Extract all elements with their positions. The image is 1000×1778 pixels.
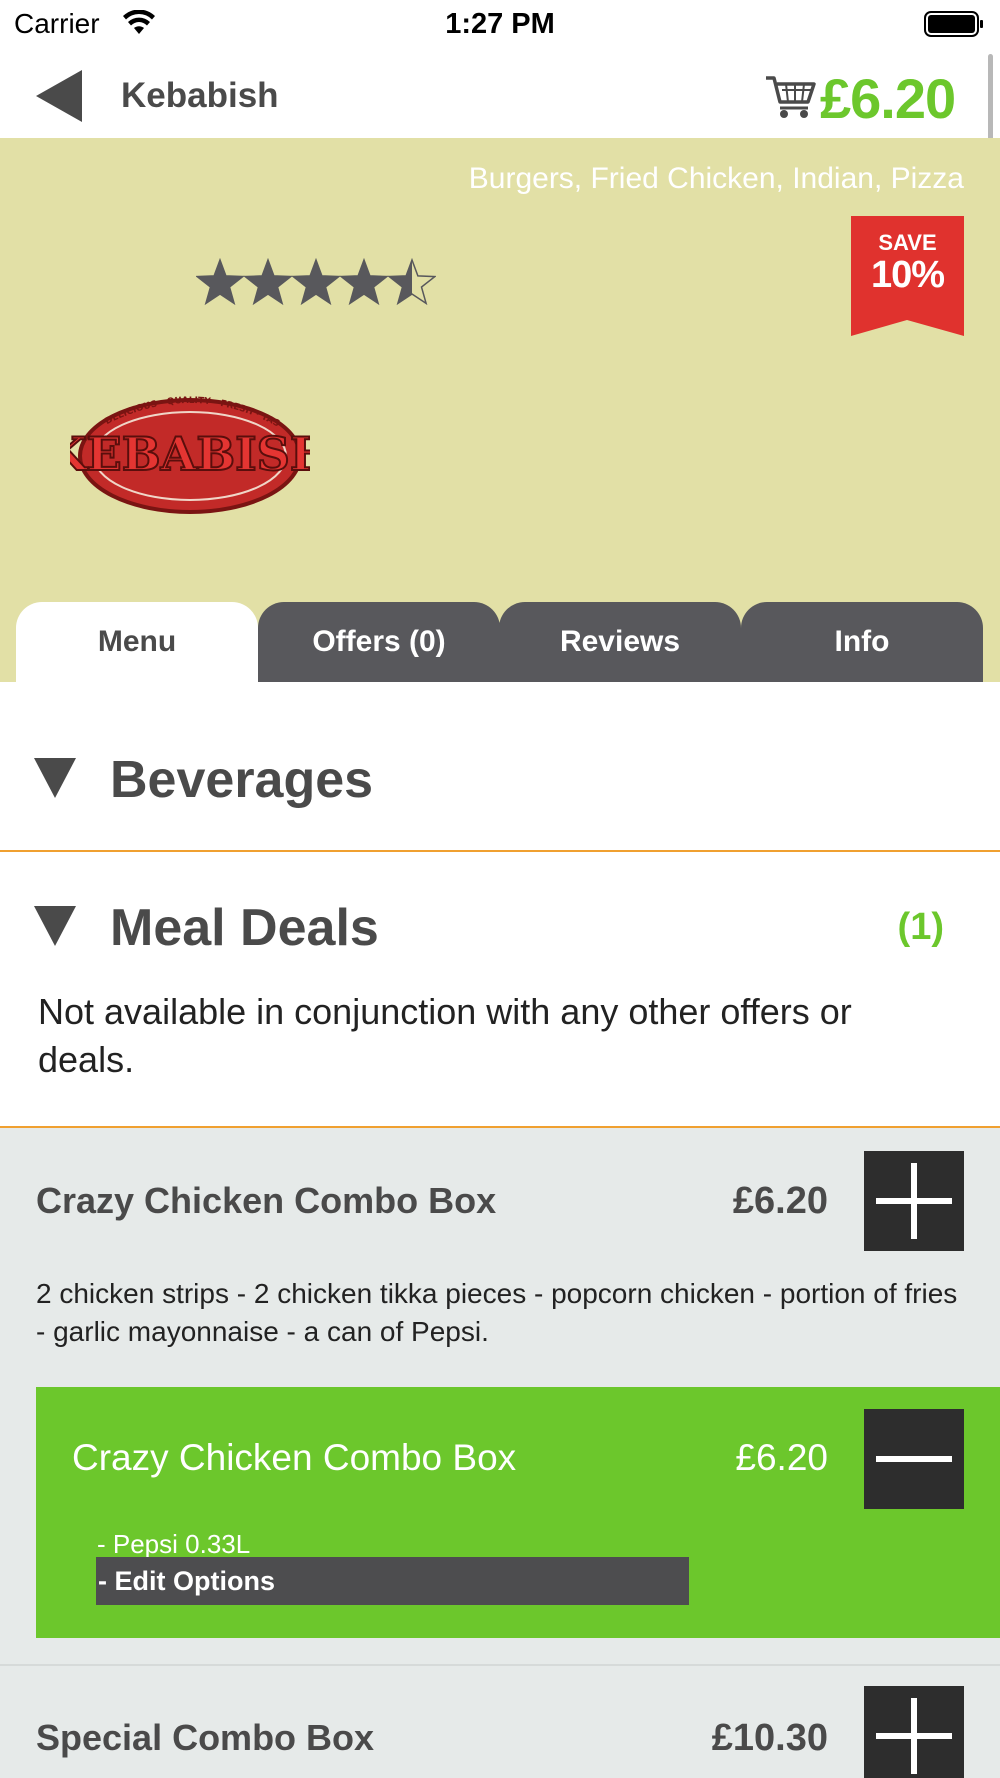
restaurant-logo: DELICIOUS · QUALITY · FRESH · TASTY · TE… bbox=[70, 338, 310, 514]
cart-icon[interactable] bbox=[764, 72, 816, 120]
section-title: Beverages bbox=[110, 751, 374, 809]
tab-info[interactable]: Info bbox=[741, 602, 983, 682]
collapse-triangle-icon bbox=[34, 906, 76, 946]
add-item-button[interactable] bbox=[864, 1686, 964, 1778]
clock: 1:27 PM bbox=[445, 8, 555, 40]
plus-icon bbox=[876, 1163, 952, 1239]
item-price: £6.20 bbox=[732, 1180, 828, 1222]
cart-line-item: Crazy Chicken Combo Box £6.20 - Pepsi 0.… bbox=[36, 1387, 1000, 1638]
tab-offers[interactable]: Offers (0) bbox=[258, 602, 500, 682]
cart-line-name: Crazy Chicken Combo Box bbox=[72, 1437, 517, 1478]
section-description: Not available in conjunction with any ot… bbox=[38, 991, 852, 1080]
item-description: 2 chicken strips - 2 chicken tikka piece… bbox=[36, 1278, 958, 1347]
status-bar: Carrier 1:27 PM bbox=[0, 0, 1000, 50]
section-item-count: (1) bbox=[897, 906, 944, 948]
item-price: £10.30 bbox=[711, 1717, 828, 1759]
section-title: Meal Deals bbox=[110, 899, 379, 957]
logo-text: KEBABISH bbox=[70, 427, 310, 481]
save-percent: 10% bbox=[870, 254, 945, 296]
star-fill bbox=[341, 260, 387, 304]
restaurant-title: Kebabish bbox=[121, 76, 279, 115]
cart-line-price: £6.20 bbox=[735, 1437, 828, 1478]
minus-icon bbox=[876, 1456, 952, 1462]
back-arrow-icon[interactable] bbox=[36, 70, 86, 122]
save-label: SAVE bbox=[878, 230, 937, 255]
plus-icon bbox=[876, 1698, 952, 1774]
star-fill bbox=[245, 260, 291, 304]
cart-total[interactable]: £6.20 bbox=[820, 66, 956, 131]
section-beverages[interactable]: Beverages bbox=[0, 682, 1000, 850]
edit-options-button[interactable]: - Edit Options bbox=[96, 1557, 689, 1605]
save-badge: SAVE 10% bbox=[851, 216, 964, 336]
item-name[interactable]: Special Combo Box bbox=[36, 1717, 374, 1759]
collapse-triangle-icon bbox=[34, 758, 76, 798]
tab-menu[interactable]: Menu bbox=[16, 602, 258, 682]
item-name[interactable]: Crazy Chicken Combo Box bbox=[36, 1180, 496, 1222]
star-rating bbox=[196, 258, 436, 306]
nav-bar: Kebabish £6.20 bbox=[0, 50, 1000, 138]
star-fill bbox=[197, 260, 243, 304]
tab-bar: Menu Offers (0) Reviews Info bbox=[0, 602, 1000, 682]
cart-line-option: - Pepsi 0.33L bbox=[97, 1529, 251, 1559]
cuisine-list: Burgers, Fried Chicken, Indian, Pizza bbox=[468, 162, 964, 195]
item-divider bbox=[0, 1664, 1000, 1666]
star-fill bbox=[293, 260, 339, 304]
remove-item-button[interactable] bbox=[864, 1409, 964, 1509]
battery-icon bbox=[924, 11, 983, 37]
restaurant-header: Burgers, Fried Chicken, Indian, Pizza SA… bbox=[0, 138, 1000, 682]
tab-reviews[interactable]: Reviews bbox=[499, 602, 741, 682]
add-item-button[interactable] bbox=[864, 1151, 964, 1251]
